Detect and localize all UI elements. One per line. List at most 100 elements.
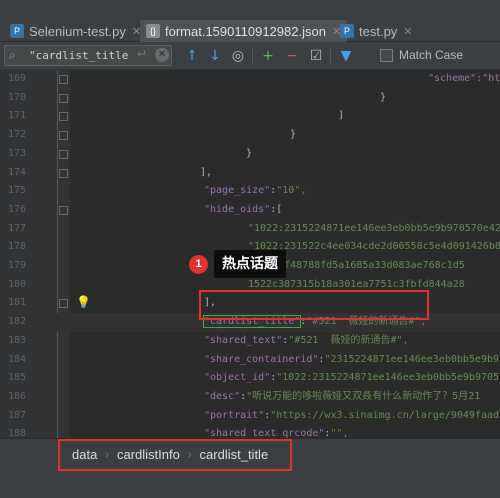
json-key: "page_size" <box>204 185 271 197</box>
code-text: ] <box>338 107 344 126</box>
remove-occurrence-icon[interactable]: − <box>282 46 302 66</box>
code-text: "object_id":"1022:2315224871ee146ee3eb0b… <box>204 369 500 388</box>
code-text: "shared_text":"#521 薇娅的新通告#", <box>204 332 409 351</box>
json-value: "https://wx3.sinaimg.cn/large/9049faadly… <box>270 409 500 421</box>
json-key: "portrait" <box>204 409 265 421</box>
json-value: "2315224871ee146ee3eb0bb5e9b97057 <box>324 353 500 365</box>
tab-format-json[interactable]: {} format.1590110912982.json ✕ <box>140 20 348 42</box>
editor-tab-bar: P Selenium-test.py ✕ {} format.159011091… <box>0 0 500 42</box>
code-token: "scheme":"htt <box>428 73 500 84</box>
filter-icon[interactable]: ▼ <box>336 46 356 66</box>
search-icon[interactable]: ⌕ <box>9 48 16 63</box>
fold-marker-icon[interactable] <box>59 149 68 159</box>
line-number: 176 <box>7 203 26 215</box>
match-case-checkbox[interactable] <box>380 48 393 62</box>
line-number: 181 <box>7 297 26 309</box>
line-number: 175 <box>7 185 26 197</box>
fold-marker-icon[interactable] <box>59 75 68 84</box>
json-key: "hide_oids" <box>204 203 271 215</box>
line-number: 178 <box>7 241 26 253</box>
line-number: 182 <box>7 316 26 328</box>
code-text: "hide_oids":[ <box>204 201 282 220</box>
code-text: ], <box>200 164 212 183</box>
code-line[interactable]: 183 "shared_text":"#521 薇娅的新通告#", <box>0 332 500 351</box>
json-value: [ <box>276 203 283 215</box>
toolbar-separator <box>330 48 331 64</box>
json-key: "desc" <box>204 390 241 402</box>
code-line[interactable]: 177 "1022:2315224871ee146ee3eb0bb5e9b9705… <box>0 220 500 239</box>
code-line[interactable]: 184 "share_containerid":"2315224871ee146e… <box>0 351 500 370</box>
code-line[interactable]: 176 "hide_oids":[ <box>0 201 500 220</box>
tab-selenium-test[interactable]: P Selenium-test.py ✕ <box>4 20 147 42</box>
fold-marker-icon[interactable] <box>59 299 68 309</box>
python-file-icon: P <box>340 24 354 38</box>
code-line[interactable]: 169 "scheme":"htt <box>0 70 500 89</box>
code-line[interactable]: 172} <box>0 126 500 145</box>
line-number: 185 <box>7 372 26 384</box>
arrow-down-icon[interactable]: ↓ <box>205 46 225 66</box>
clear-icon[interactable]: ✕ <box>155 48 169 62</box>
code-token: ] <box>338 110 345 122</box>
line-number: 186 <box>7 390 26 402</box>
match-case-option[interactable]: Match Case <box>380 48 463 62</box>
add-occurrence-icon[interactable]: + <box>258 46 278 66</box>
json-value: "1022:2315224871ee146ee3eb0bb5e9b970570e… <box>276 372 500 384</box>
code-line[interactable]: 185 "object_id":"1022:2315224871ee146ee3e… <box>0 369 500 388</box>
code-text: "desc":"听说万能的哆啦薇娅又双叒有什么新动作了？5月21 <box>204 388 480 407</box>
code-token: } <box>246 147 253 159</box>
code-text: } <box>290 126 296 145</box>
line-number: 169 <box>7 73 26 84</box>
fold-marker-icon[interactable] <box>59 168 68 178</box>
fold-marker-icon[interactable] <box>59 205 68 215</box>
breadcrumb: data › cardlistInfo › cardlist_title <box>0 438 500 498</box>
code-token: } <box>380 91 387 103</box>
code-token: } <box>290 129 297 141</box>
find-all-icon[interactable]: ◎ <box>228 46 248 66</box>
fold-marker-icon[interactable] <box>59 131 68 141</box>
code-line[interactable]: 174], <box>0 164 500 183</box>
code-token: 1522c387315b18a301ea7751c3fbfd844a28 <box>248 278 465 290</box>
code-token: "1022:2315224871ee146ee3eb0bb5e9b970570e… <box>248 222 500 234</box>
code-text: "1022:2315224871ee146ee3eb0bb5e9b970570e… <box>248 220 500 239</box>
line-number: 180 <box>7 278 26 290</box>
fold-marker-icon[interactable] <box>59 93 68 103</box>
callout-label: 热点话题 <box>214 250 286 278</box>
tab-label: test.py <box>359 23 398 39</box>
search-input[interactable] <box>29 48 129 63</box>
json-key: "share_containerid" <box>204 353 319 365</box>
tab-test-py[interactable]: P test.py ✕ <box>334 20 419 42</box>
code-token: ], <box>200 166 213 178</box>
code-text: } <box>246 145 252 164</box>
json-key: "object_id" <box>204 372 271 384</box>
search-field[interactable]: ⌕ ↵ ✕ <box>4 45 172 66</box>
code-line[interactable]: 173} <box>0 145 500 164</box>
line-number: 171 <box>7 110 26 122</box>
code-text: "portrait":"https://wx3.sinaimg.cn/large… <box>204 407 500 426</box>
tab-label: format.1590110912982.json <box>165 23 326 39</box>
code-line[interactable]: 171] <box>0 107 500 126</box>
line-number: 184 <box>7 353 26 365</box>
code-text: "page_size":"10", <box>204 182 306 201</box>
code-line[interactable]: 175 "page_size":"10", <box>0 182 500 201</box>
code-line[interactable]: 187 "portrait":"https://wx3.sinaimg.cn/la… <box>0 407 500 426</box>
code-line[interactable]: 186 "desc":"听说万能的哆啦薇娅又双叒有什么新动作了？5月21 <box>0 388 500 407</box>
lightbulb-icon[interactable]: 💡 <box>76 295 91 309</box>
line-number: 174 <box>7 166 26 178</box>
arrow-up-icon[interactable]: ↑ <box>182 46 202 66</box>
line-number: 173 <box>7 147 26 159</box>
json-value: "听说万能的哆啦薇娅又双叒有什么新动作了？5月21 <box>246 390 481 402</box>
code-text: "scheme":"htt <box>428 70 500 89</box>
fold-marker-icon[interactable] <box>59 112 68 122</box>
line-number: 187 <box>7 409 26 421</box>
highlight-box-code <box>199 290 429 320</box>
highlight-box-breadcrumb <box>58 439 292 471</box>
json-key: "shared_text" <box>204 334 283 346</box>
callout-badge: 1 <box>189 255 208 274</box>
close-icon[interactable]: ✕ <box>403 25 412 38</box>
code-line[interactable]: 170} <box>0 89 500 108</box>
line-number: 170 <box>7 91 26 103</box>
toolbar-separator <box>252 48 253 64</box>
find-toolbar: ⌕ ↵ ✕ ↑ ↓ ◎ + − ☑ ▼ Match Case <box>0 42 500 70</box>
select-all-occurrences-icon[interactable]: ☑ <box>306 46 326 66</box>
enter-icon[interactable]: ↵ <box>137 47 147 61</box>
